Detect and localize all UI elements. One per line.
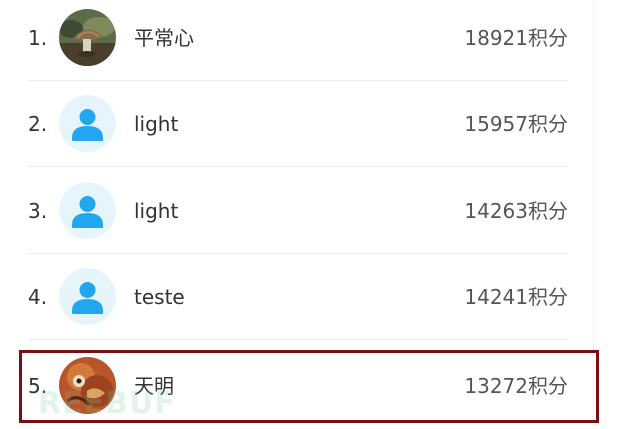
points-score: 13272积分 — [464, 374, 568, 398]
rank-number: 5. — [28, 374, 48, 398]
ranking-list: 1. 平常心 18921积分 2. light 15957积分 3. light… — [0, 0, 622, 428]
cartoon-character-avatar[interactable] — [59, 357, 116, 414]
username[interactable]: 天明 — [134, 343, 174, 429]
ranking-row-5[interactable]: 5. 天明 13272积分 — [0, 0, 622, 428]
